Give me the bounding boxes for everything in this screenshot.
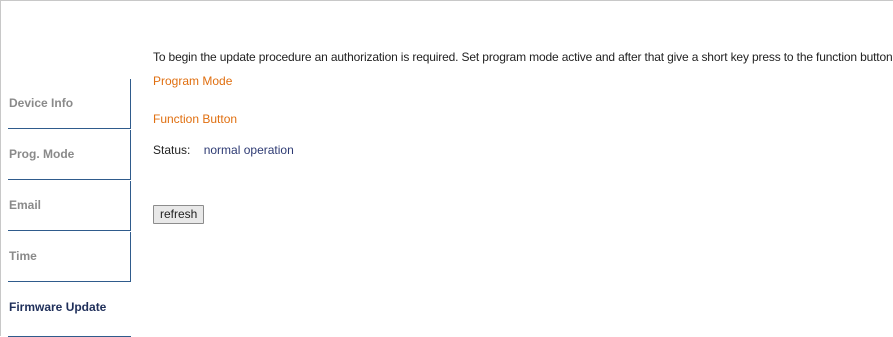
sidebar-item-firmware-update[interactable]: Firmware Update (8, 283, 131, 337)
page-frame: Device Info Prog. Mode Email Time Firmwa… (0, 0, 893, 337)
refresh-button[interactable]: refresh (153, 205, 205, 224)
sidebar-item-label: Prog. Mode (9, 147, 75, 161)
status-value: normal operation (203, 143, 294, 157)
intro-text: To begin the update procedure an authori… (153, 50, 893, 64)
main-content: To begin the update procedure an authori… (153, 49, 893, 224)
program-mode-link[interactable]: Program Mode (153, 74, 232, 88)
status-row: Status: normal operation (153, 143, 294, 157)
sidebar-item-time[interactable]: Time (8, 232, 131, 282)
function-button-link[interactable]: Function Button (153, 112, 237, 126)
sidebar-item-prog-mode[interactable]: Prog. Mode (8, 130, 131, 180)
sidebar-item-label: Email (9, 198, 42, 212)
sidebar-item-label: Time (9, 249, 37, 263)
status-label: Status: (153, 143, 191, 157)
sidebar-item-label: Device Info (9, 96, 74, 110)
sidebar-item-device-info[interactable]: Device Info (8, 79, 131, 129)
sidebar-item-email[interactable]: Email (8, 181, 131, 231)
sidebar-item-label: Firmware Update (9, 300, 107, 314)
